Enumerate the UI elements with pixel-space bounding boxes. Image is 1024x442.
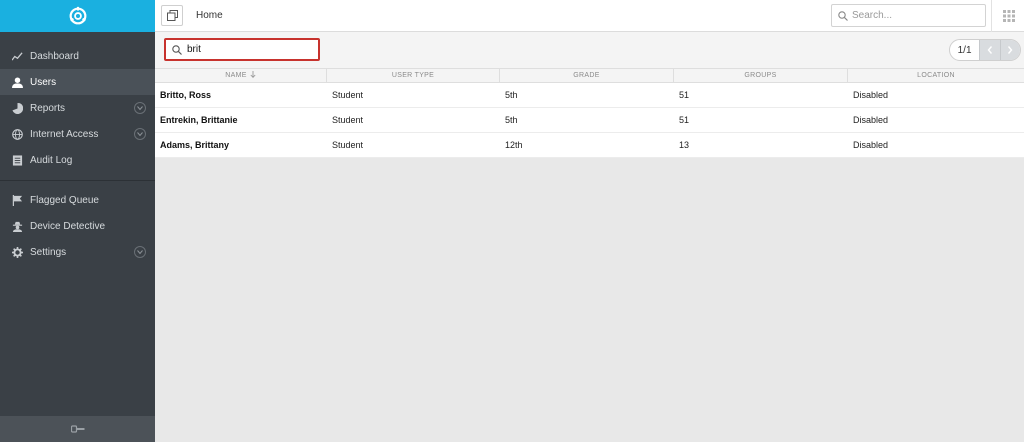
user-groups: 51 <box>679 115 690 125</box>
column-header-name[interactable]: NAME <box>155 69 327 82</box>
sidebar-item-label: Flagged Queue <box>30 194 99 206</box>
apps-grid-icon[interactable] <box>1003 10 1015 22</box>
pie-chart-icon <box>11 102 23 114</box>
user-groups: 13 <box>679 140 690 150</box>
table-row[interactable]: Britto, Ross Student 5th 51 Disabled <box>155 83 1024 108</box>
user-name[interactable]: Adams, Brittany <box>155 133 327 157</box>
column-header-groups[interactable]: GROUPS <box>674 69 848 82</box>
detective-icon <box>11 220 23 232</box>
filter-input[interactable] <box>187 44 307 55</box>
users-toolbar: 1/1 <box>155 32 1024 68</box>
sidebar-item-label: Internet Access <box>30 128 99 140</box>
table-header: NAME USER TYPE GRADE GROUPS LOCATION <box>155 68 1024 83</box>
logo-bar[interactable] <box>0 0 155 32</box>
users-table: NAME USER TYPE GRADE GROUPS LOCATION Bri… <box>155 68 1024 158</box>
table-row[interactable]: Entrekin, Brittanie Student 5th 51 Disab… <box>155 108 1024 133</box>
sidebar-item-label: Reports <box>30 102 66 114</box>
column-header-grade[interactable]: GRADE <box>500 69 674 82</box>
nav-divider <box>0 180 155 181</box>
key-icon <box>70 425 84 433</box>
sidebar-item-users[interactable]: Users <box>0 69 155 95</box>
search-input[interactable] <box>852 10 972 21</box>
sidebar-item-label: Audit Log <box>30 154 73 166</box>
user-type: Student <box>332 115 364 125</box>
search-icon <box>838 10 848 21</box>
line-chart-icon <box>11 50 23 62</box>
user-grade: 5th <box>505 115 518 125</box>
column-header-user-type[interactable]: USER TYPE <box>327 69 500 82</box>
sidebar-item-label: Users <box>30 76 57 88</box>
gear-icon <box>11 246 23 258</box>
table-row[interactable]: Adams, Brittany Student 12th 13 Disabled <box>155 133 1024 158</box>
header-divider <box>991 0 992 32</box>
logo-icon <box>69 6 86 25</box>
prev-page-button[interactable] <box>979 40 1000 60</box>
breadcrumb[interactable]: Home <box>196 10 223 21</box>
pagination: 1/1 <box>949 39 1021 61</box>
primary-nav: Dashboard Users Reports Internet Access <box>0 43 155 265</box>
sidebar-item-flagged-queue[interactable]: Flagged Queue <box>0 187 155 213</box>
sidebar-item-dashboard[interactable]: Dashboard <box>0 43 155 69</box>
column-header-location[interactable]: LOCATION <box>848 69 1024 82</box>
user-grade: 12th <box>505 140 523 150</box>
sidebar-item-label: Device Detective <box>30 220 106 232</box>
chevron-down-icon[interactable] <box>134 128 146 140</box>
sidebar-item-internet-access[interactable]: Internet Access <box>0 121 155 147</box>
chevron-left-icon <box>987 46 992 54</box>
search-icon <box>172 44 182 55</box>
user-grade: 5th <box>505 90 518 100</box>
user-type: Student <box>332 140 364 150</box>
sidebar-item-audit-log[interactable]: Audit Log <box>0 147 155 173</box>
user-location: Disabled <box>853 90 889 100</box>
sort-down-icon <box>247 71 256 80</box>
globe-icon <box>11 128 23 140</box>
user-filter[interactable] <box>164 38 320 61</box>
sidebar-item-reports[interactable]: Reports <box>0 95 155 121</box>
collapse-sidebar-button[interactable] <box>0 416 155 442</box>
log-icon <box>11 154 23 166</box>
user-location: Disabled <box>853 115 889 125</box>
user-type: Student <box>332 90 364 100</box>
sidebar: Dashboard Users Reports Internet Access <box>0 0 155 442</box>
page-count: 1/1 <box>957 44 972 56</box>
chevron-down-icon[interactable] <box>134 102 146 114</box>
chevron-right-icon <box>1008 46 1013 54</box>
user-name[interactable]: Britto, Ross <box>155 83 327 107</box>
sidebar-item-label: Settings <box>30 246 67 258</box>
user-name[interactable]: Entrekin, Brittanie <box>155 108 327 132</box>
sidebar-item-device-detective[interactable]: Device Detective <box>0 213 155 239</box>
user-icon <box>11 76 23 88</box>
windows-icon <box>166 10 178 21</box>
next-page-button[interactable] <box>999 40 1020 60</box>
window-toggle-button[interactable] <box>161 5 183 26</box>
sidebar-item-settings[interactable]: Settings <box>0 239 155 265</box>
sidebar-item-label: Dashboard <box>30 50 79 62</box>
user-location: Disabled <box>853 140 889 150</box>
global-search[interactable] <box>831 4 986 27</box>
chevron-down-icon[interactable] <box>134 246 146 258</box>
flag-icon <box>11 194 23 206</box>
user-groups: 51 <box>679 90 690 100</box>
top-header: Home <box>155 0 1024 32</box>
